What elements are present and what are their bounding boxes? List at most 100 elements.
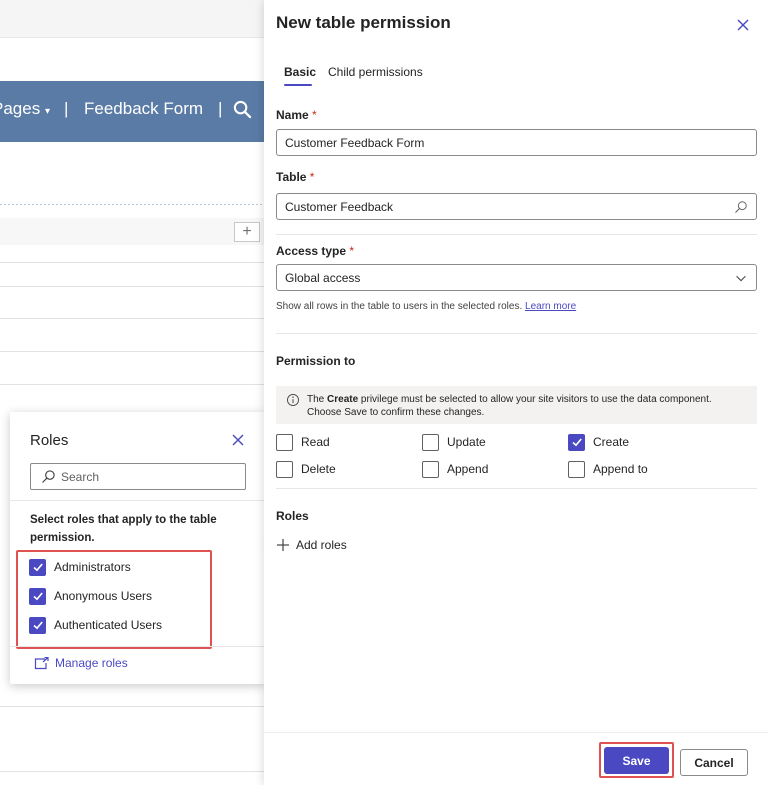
permission-read[interactable]: Read <box>276 433 330 451</box>
access-type-help: Show all rows in the table to users in t… <box>276 301 576 312</box>
divider <box>264 732 768 733</box>
roles-search-input[interactable] <box>61 467 241 486</box>
table-value: Customer Feedback <box>285 200 394 214</box>
close-icon[interactable] <box>230 432 246 448</box>
divider <box>276 333 757 334</box>
manage-roles-label: Manage roles <box>55 656 128 670</box>
permission-append[interactable]: Append <box>422 460 488 478</box>
roles-description: Select roles that apply to the table per… <box>30 514 217 544</box>
role-label: Anonymous Users <box>54 589 153 603</box>
role-anonymous-users[interactable]: Anonymous Users <box>29 587 152 605</box>
name-field[interactable]: Customer Feedback Form <box>276 129 757 156</box>
permission-delete[interactable]: Delete <box>276 460 336 478</box>
plus-icon <box>277 539 289 551</box>
divider <box>0 204 264 205</box>
checkbox-unchecked[interactable] <box>568 460 585 478</box>
roles-label: Roles <box>276 509 309 523</box>
background-toolbar <box>0 218 264 245</box>
required-marker: * <box>309 170 315 184</box>
checkbox-unchecked[interactable] <box>276 460 293 478</box>
checkbox-unchecked[interactable] <box>276 433 293 451</box>
close-icon[interactable] <box>735 17 751 33</box>
checkbox-unchecked[interactable] <box>422 460 439 478</box>
required-marker: * <box>312 108 317 122</box>
table-label-text: Table <box>276 170 307 184</box>
nav-feedback-form-link[interactable]: Feedback Form <box>84 99 203 119</box>
checkbox-unchecked[interactable] <box>422 433 439 451</box>
info-message-bar: The Create privilege must be selected to… <box>276 386 757 424</box>
divider <box>0 351 264 352</box>
table-lookup-field[interactable]: Customer Feedback <box>276 193 757 220</box>
checkmark-icon <box>32 563 43 572</box>
add-roles-button[interactable]: Add roles <box>276 538 347 552</box>
permission-to-label: Permission to <box>276 354 356 368</box>
access-type-label: Access type * <box>276 244 354 258</box>
cancel-button[interactable]: Cancel <box>680 749 748 776</box>
access-type-dropdown[interactable]: Global access <box>276 264 757 291</box>
nav-pages-label: Pages <box>0 99 41 118</box>
divider <box>276 488 757 489</box>
roles-flyout-title: Roles <box>30 432 69 449</box>
tab-child-permissions[interactable]: Child permissions <box>328 65 423 79</box>
divider <box>0 771 264 772</box>
roles-flyout: Roles Select roles that apply to the tab… <box>10 412 279 684</box>
site-nav-bar: Pages ▾ | Feedback Form | <box>0 81 264 142</box>
name-label-text: Name <box>276 108 309 122</box>
save-button[interactable]: Save <box>604 747 669 774</box>
search-icon[interactable] <box>734 200 748 214</box>
divider <box>0 286 264 287</box>
table-label: Table * <box>276 170 314 184</box>
role-authenticated-users[interactable]: Authenticated Users <box>29 616 162 634</box>
checkbox-checked[interactable] <box>29 587 46 605</box>
background-header-band <box>0 0 264 38</box>
info-text-post: privilege must be selected to allow your… <box>307 394 712 418</box>
tab-basic[interactable]: Basic <box>284 65 316 79</box>
permission-label: Append <box>447 462 489 476</box>
info-text-pre: The <box>307 394 328 405</box>
search-icon <box>42 470 55 483</box>
permission-label: Append to <box>593 462 648 476</box>
permission-label: Update <box>447 435 486 449</box>
permission-label: Create <box>593 435 630 449</box>
chevron-down-icon <box>736 275 746 282</box>
divider <box>0 706 264 707</box>
nav-separator: | <box>218 99 223 118</box>
access-type-help-text: Show all rows in the table to users in t… <box>276 301 523 312</box>
checkmark-icon <box>571 438 582 447</box>
name-value: Customer Feedback Form <box>285 136 425 150</box>
panel-title: New table permission <box>276 13 451 32</box>
manage-roles-icon <box>34 656 49 669</box>
permission-label: Delete <box>301 462 336 476</box>
permission-append-to[interactable]: Append to <box>568 460 648 478</box>
divider <box>10 646 266 647</box>
info-message-text: The Create privilege must be selected to… <box>307 393 747 419</box>
background-add-button[interactable]: + <box>234 222 260 242</box>
active-tab-indicator <box>284 84 312 86</box>
learn-more-link[interactable]: Learn more <box>525 301 576 312</box>
divider <box>0 318 264 319</box>
nav-pages-link[interactable]: Pages ▾ <box>0 99 50 119</box>
role-administrators[interactable]: Administrators <box>29 558 131 576</box>
roles-search-box[interactable] <box>30 463 246 490</box>
role-label: Administrators <box>54 560 131 574</box>
nav-search-icon[interactable] <box>233 100 252 119</box>
divider <box>10 500 266 501</box>
table-permission-panel: New table permission Basic Child permiss… <box>264 0 768 785</box>
add-roles-label: Add roles <box>296 538 347 552</box>
nav-pages-caret: ▾ <box>44 106 50 117</box>
manage-roles-link[interactable]: Manage roles <box>34 656 128 670</box>
divider <box>276 234 757 235</box>
divider <box>0 384 264 385</box>
role-label: Authenticated Users <box>54 618 163 632</box>
checkbox-checked[interactable] <box>29 558 46 576</box>
required-marker: * <box>349 244 355 258</box>
access-type-label-text: Access type <box>276 244 347 258</box>
divider <box>0 262 264 263</box>
info-text-bold: Create <box>327 394 359 405</box>
access-type-value: Global access <box>285 271 361 285</box>
permission-update[interactable]: Update <box>422 433 486 451</box>
checkbox-checked[interactable] <box>568 433 585 451</box>
checkbox-checked[interactable] <box>29 616 46 634</box>
permission-create[interactable]: Create <box>568 433 629 451</box>
nav-separator: | <box>64 99 69 118</box>
